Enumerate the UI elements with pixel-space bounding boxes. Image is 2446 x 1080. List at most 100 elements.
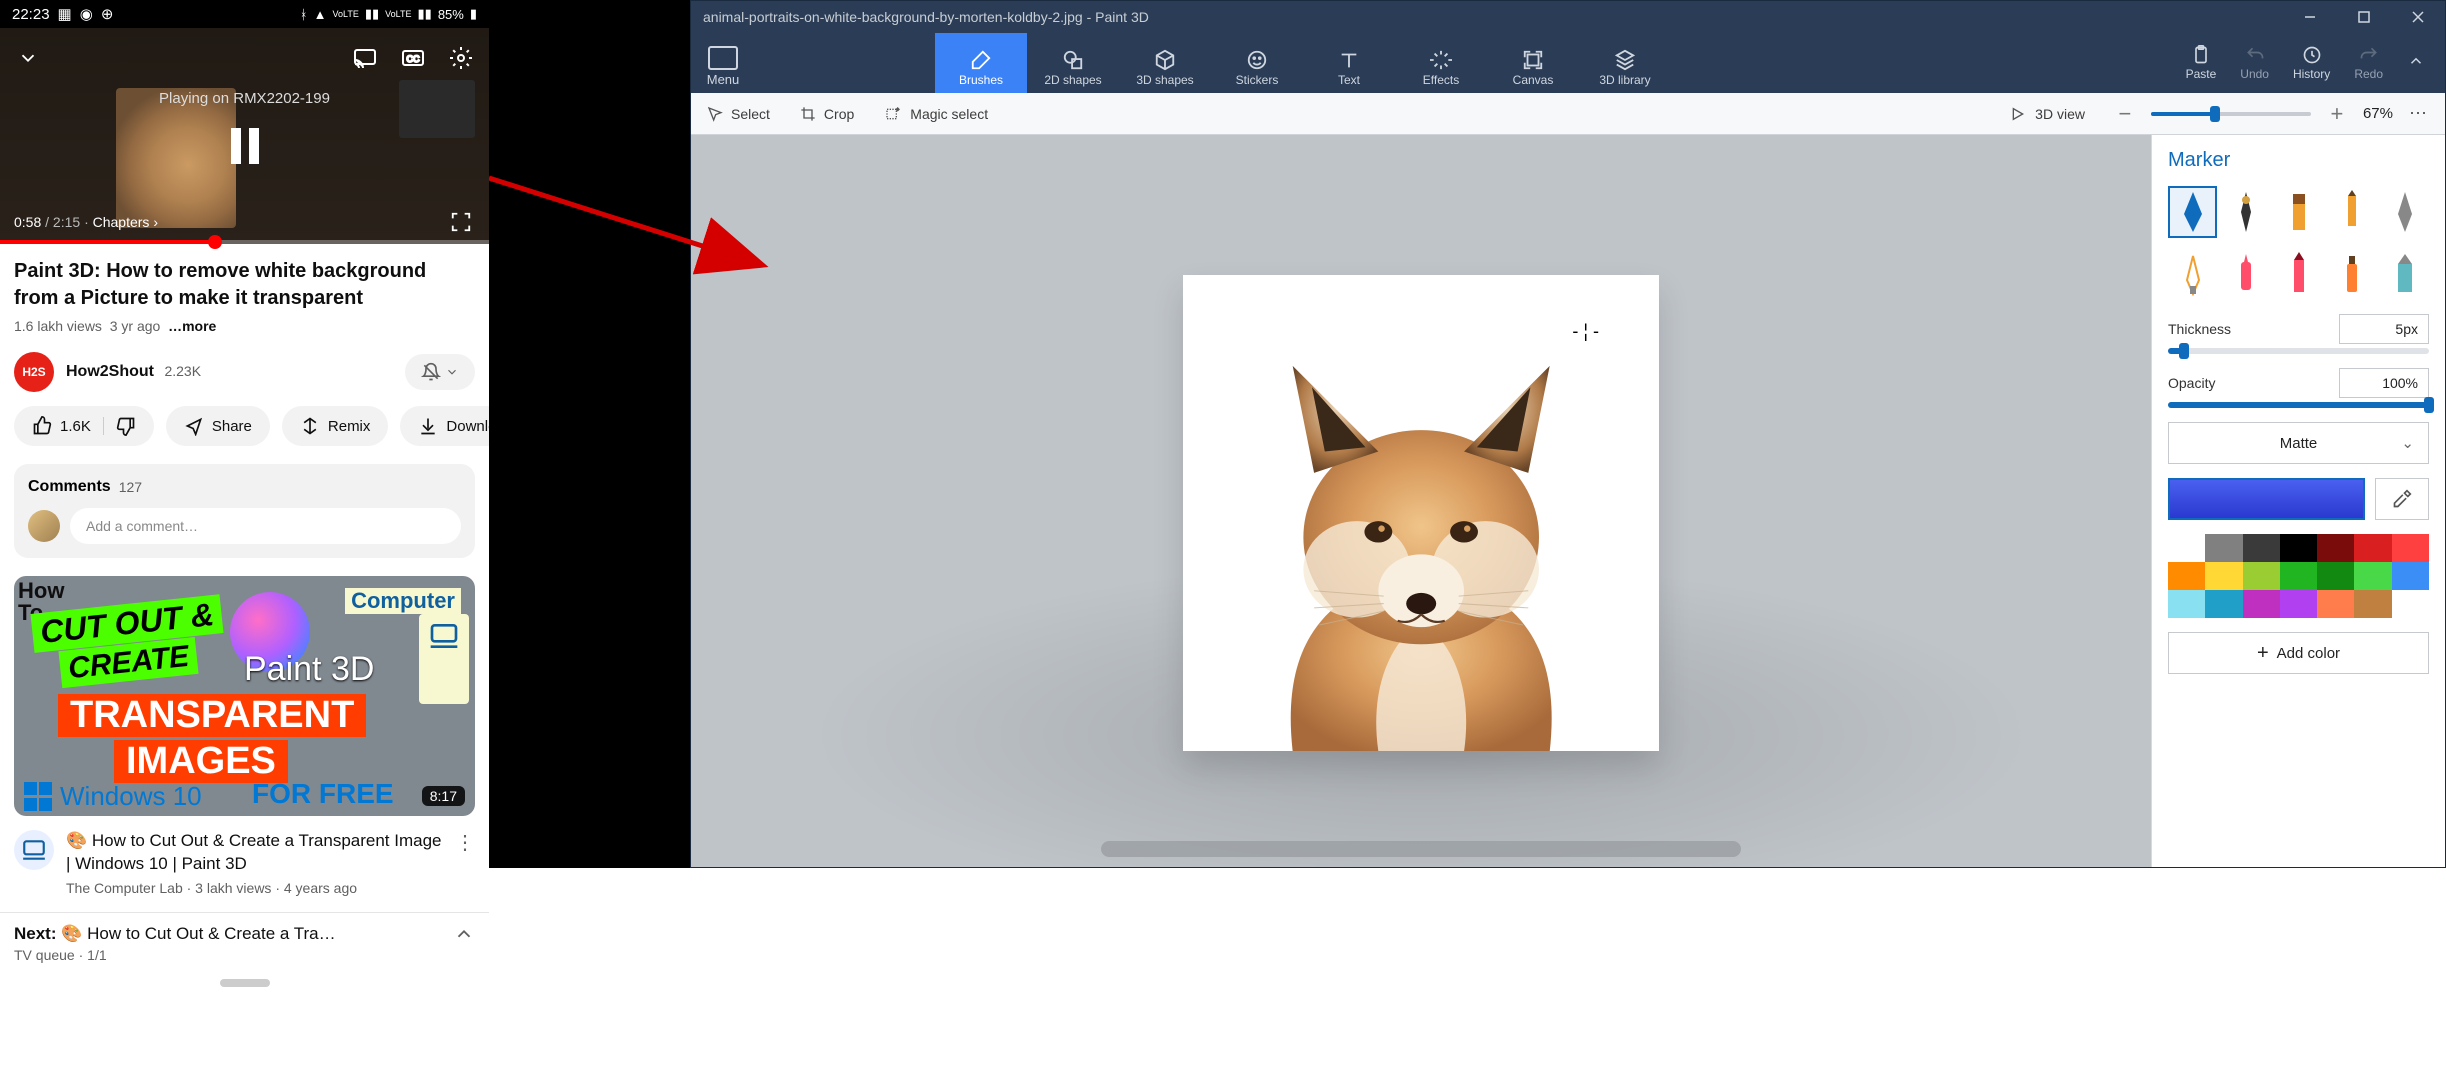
- next-up-row[interactable]: Next: 🎨 How to Cut Out & Create a Tra…: [0, 913, 489, 947]
- canvas-scrollbar[interactable]: [1101, 841, 1741, 857]
- tab-3d-library[interactable]: 3D library: [1579, 33, 1671, 93]
- brush-pencil[interactable]: [2380, 186, 2429, 238]
- paste-button[interactable]: Paste: [2186, 45, 2217, 81]
- minimize-button[interactable]: [2283, 1, 2337, 33]
- brush-pixel[interactable]: [2274, 248, 2323, 300]
- brush-fill[interactable]: [2380, 248, 2429, 300]
- swatch-orange[interactable]: [2168, 562, 2205, 590]
- more-link[interactable]: …more: [168, 318, 216, 334]
- notifications-button[interactable]: [405, 354, 475, 390]
- swatch-gray[interactable]: [2205, 534, 2242, 562]
- video-player[interactable]: CC Playing on RMX2202-199 0:58 / 2:15 · …: [0, 28, 489, 244]
- close-button[interactable]: [2391, 1, 2445, 33]
- expand-toolbar-icon[interactable]: [2407, 52, 2425, 75]
- chevron-up-icon[interactable]: [453, 923, 475, 945]
- share-button[interactable]: Share: [166, 406, 270, 446]
- opacity-input[interactable]: [2339, 368, 2429, 398]
- tab-brushes[interactable]: Brushes: [935, 33, 1027, 93]
- swatch-yellow[interactable]: [2205, 562, 2242, 590]
- thickness-input[interactable]: [2339, 314, 2429, 344]
- zoom-slider[interactable]: [2151, 112, 2311, 116]
- select-tool[interactable]: Select: [707, 106, 770, 122]
- zoom-more-icon[interactable]: ⋯: [2409, 103, 2429, 124]
- zoom-in-button[interactable]: +: [2327, 101, 2347, 127]
- swatch-white[interactable]: [2168, 534, 2205, 562]
- like-button[interactable]: 1.6K: [14, 406, 154, 446]
- swatch-yellowgreen[interactable]: [2243, 562, 2280, 590]
- reco-more-icon[interactable]: ⋮: [455, 830, 475, 855]
- video-title[interactable]: Paint 3D: How to remove white background…: [14, 258, 475, 312]
- collapse-icon[interactable]: [14, 44, 42, 72]
- reco-channel-avatar[interactable]: [14, 830, 54, 870]
- comment-input[interactable]: Add a comment…: [70, 508, 461, 544]
- swatch-coral[interactable]: [2317, 590, 2354, 618]
- video-pip-thumb: [399, 80, 475, 138]
- swatch-limegreen[interactable]: [2354, 562, 2391, 590]
- brush-marker[interactable]: [2168, 186, 2217, 238]
- swatch-darkgreen[interactable]: [2317, 562, 2354, 590]
- zoom-out-button[interactable]: −: [2115, 101, 2135, 127]
- canvas-area[interactable]: - ¦ -: [691, 135, 2151, 867]
- brush-crayon[interactable]: [2221, 248, 2270, 300]
- swatch-lightred[interactable]: [2392, 534, 2429, 562]
- fullscreen-icon[interactable]: [447, 208, 475, 236]
- pause-button[interactable]: [215, 116, 275, 181]
- swatch-brown[interactable]: [2354, 590, 2391, 618]
- maximize-button[interactable]: [2337, 1, 2391, 33]
- dislike-icon[interactable]: [116, 416, 136, 436]
- brush-oil[interactable]: [2274, 186, 2323, 238]
- opacity-slider[interactable]: [2168, 402, 2429, 408]
- recommended-thumbnail[interactable]: How To CUT OUT & CREATE Computer Paint 3…: [14, 576, 475, 816]
- add-color-button[interactable]: +Add color: [2168, 632, 2429, 674]
- 3d-view-toggle[interactable]: 3D view: [2009, 106, 2085, 122]
- remix-button[interactable]: Remix: [282, 406, 389, 446]
- window-titlebar[interactable]: animal-portraits-on-white-background-by-…: [691, 1, 2445, 33]
- history-button[interactable]: History: [2293, 45, 2330, 81]
- swatch-extra[interactable]: [2392, 590, 2429, 618]
- progress-bar[interactable]: [0, 240, 489, 244]
- tab-2d-shapes[interactable]: 2D shapes: [1027, 33, 1119, 93]
- comments-section[interactable]: Comments 127 Add a comment…: [14, 464, 475, 558]
- captions-icon[interactable]: CC: [399, 44, 427, 72]
- brush-eraser[interactable]: [2168, 248, 2217, 300]
- tab-text[interactable]: Text: [1303, 33, 1395, 93]
- swatch-green[interactable]: [2280, 562, 2317, 590]
- tab-effects[interactable]: Effects: [1395, 33, 1487, 93]
- canvas[interactable]: - ¦ -: [1183, 275, 1659, 751]
- redo-button[interactable]: Redo: [2354, 45, 2383, 81]
- settings-icon[interactable]: [447, 44, 475, 72]
- material-dropdown[interactable]: Matte ⌄: [2168, 422, 2429, 464]
- swatch-purple[interactable]: [2280, 590, 2317, 618]
- swatch-red[interactable]: [2354, 534, 2391, 562]
- swatch-darkred[interactable]: [2317, 534, 2354, 562]
- swatch-black[interactable]: [2280, 534, 2317, 562]
- brush-watercolor[interactable]: [2327, 186, 2376, 238]
- magic-select-tool[interactable]: Magic select: [884, 106, 988, 122]
- swatch-magenta[interactable]: [2243, 590, 2280, 618]
- reco-video-link[interactable]: 🎨 How to Cut Out & Create a Transparent …: [66, 830, 443, 896]
- menu-button[interactable]: Menu: [691, 40, 755, 87]
- undo-button[interactable]: Undo: [2240, 45, 2269, 81]
- channel-link[interactable]: H2S How2Shout 2.23K: [14, 352, 201, 392]
- video-subline[interactable]: 1.6 lakh views 3 yr ago …more: [14, 318, 475, 334]
- eyedropper-button[interactable]: [2375, 478, 2429, 520]
- chapters-link[interactable]: Chapters ›: [93, 214, 158, 230]
- tab-3d-shapes[interactable]: 3D shapes: [1119, 33, 1211, 93]
- tab-stickers[interactable]: Stickers: [1211, 33, 1303, 93]
- crop-tool[interactable]: Crop: [800, 106, 854, 122]
- lab-icon: [419, 614, 469, 704]
- swatch-darkgray[interactable]: [2243, 534, 2280, 562]
- thickness-slider[interactable]: [2168, 348, 2429, 354]
- download-button[interactable]: Downloa: [400, 406, 489, 446]
- battery-icon: ▮: [470, 6, 477, 22]
- user-avatar: [28, 510, 60, 542]
- swatch-blue[interactable]: [2392, 562, 2429, 590]
- current-color-swatch[interactable]: [2168, 478, 2365, 520]
- tab-canvas[interactable]: Canvas: [1487, 33, 1579, 93]
- brush-spray[interactable]: [2327, 248, 2376, 300]
- brush-calligraphy[interactable]: [2221, 186, 2270, 238]
- swatch-teal[interactable]: [2205, 590, 2242, 618]
- cast-icon[interactable]: [351, 44, 379, 72]
- swatch-cyan[interactable]: [2168, 590, 2205, 618]
- channel-avatar[interactable]: H2S: [14, 352, 54, 392]
